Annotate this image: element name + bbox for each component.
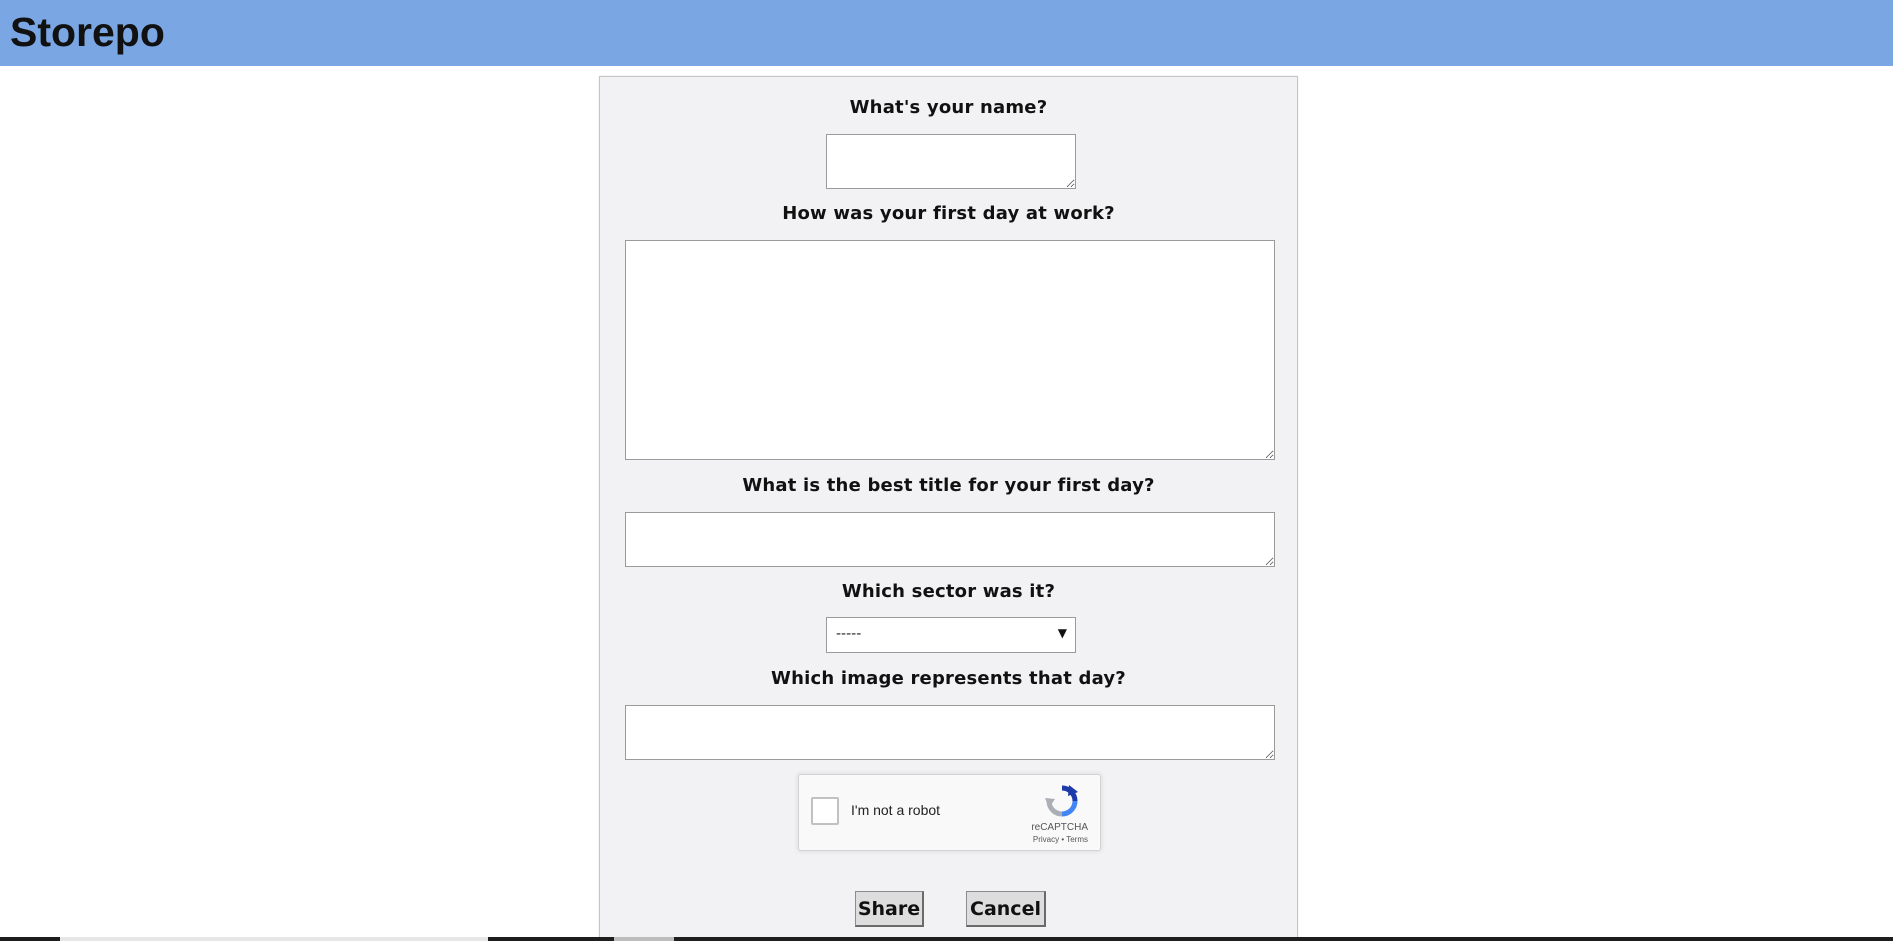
recaptcha-label: I'm not a robot (851, 802, 941, 818)
recaptcha-terms-link[interactable]: Terms (1066, 835, 1088, 844)
site-title[interactable]: Storepo (10, 8, 165, 56)
recaptcha-logo-icon (1045, 785, 1078, 817)
bottom-edge-segment (614, 937, 674, 941)
sector-select-value: ----- (836, 626, 862, 642)
story-form: What's your name? How was your first day… (599, 76, 1298, 941)
share-button[interactable]: Share (855, 891, 924, 927)
story-field[interactable] (625, 240, 1275, 460)
recaptcha-brand: reCAPTCHA (1031, 822, 1088, 833)
sector-question-label: Which sector was it? (841, 581, 1056, 602)
bottom-edge-bar (0, 937, 1893, 941)
dropdown-arrow-icon: ▼ (1057, 626, 1067, 640)
name-field[interactable] (826, 134, 1076, 189)
image-field[interactable] (625, 705, 1275, 760)
title-question-label: What is the best title for your first da… (742, 475, 1155, 496)
name-question-label: What's your name? (849, 97, 1048, 118)
story-question-label: How was your first day at work? (782, 203, 1115, 224)
recaptcha-privacy-link[interactable]: Privacy (1033, 835, 1059, 844)
recaptcha-widget: I'm not a robot reCAPTCHA Privacy • Term… (798, 774, 1101, 851)
recaptcha-checkbox[interactable] (811, 797, 839, 825)
site-header: Storepo (0, 0, 1893, 66)
sector-select[interactable]: ----- ▼ (826, 617, 1076, 653)
title-field[interactable] (625, 512, 1275, 567)
cancel-button[interactable]: Cancel (966, 891, 1046, 927)
recaptcha-links: Privacy • Terms (799, 835, 1100, 844)
image-question-label: Which image represents that day? (771, 668, 1126, 689)
bottom-edge-segment (60, 937, 488, 941)
